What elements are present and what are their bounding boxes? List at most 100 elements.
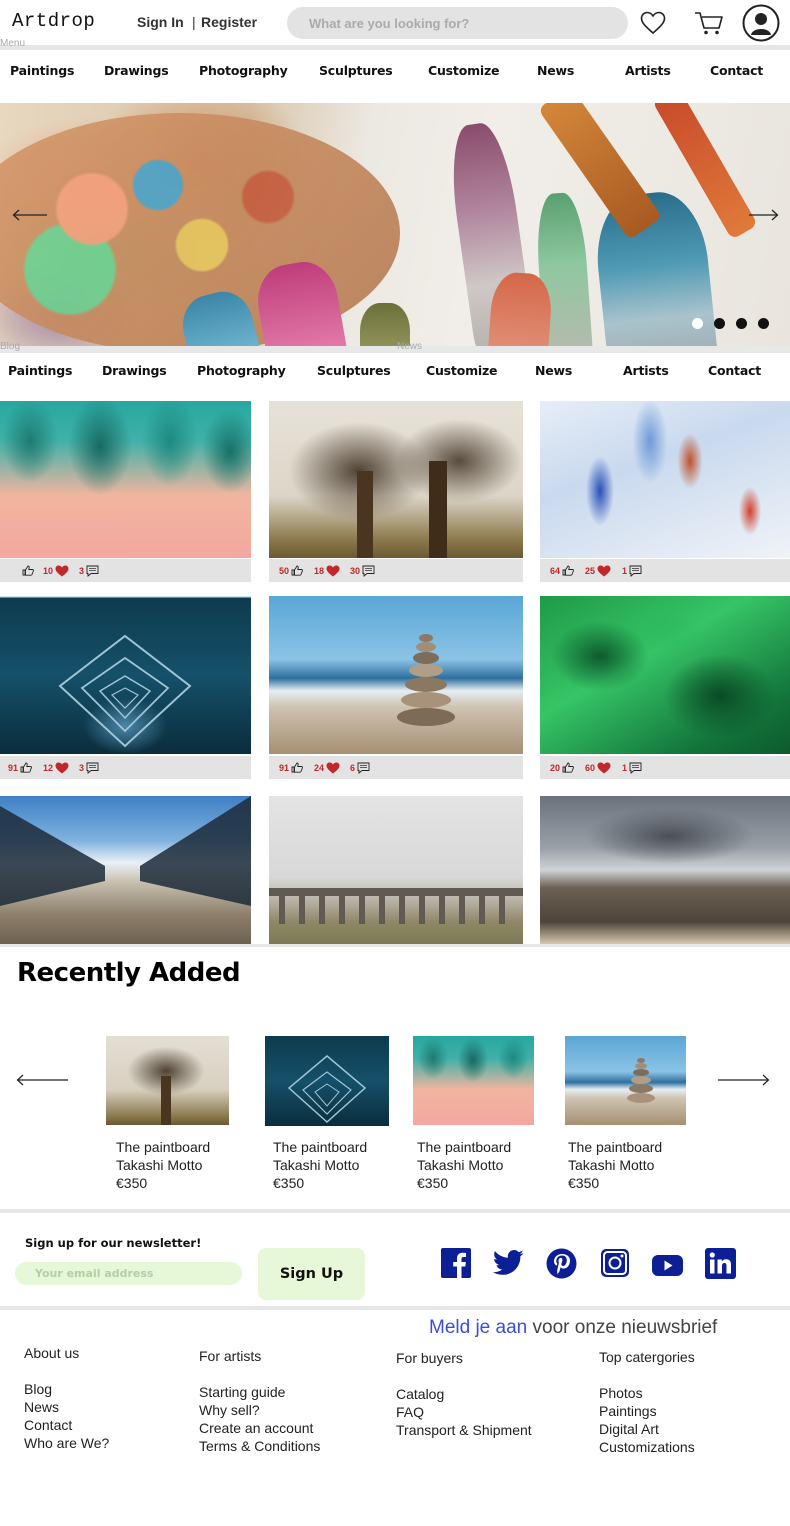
twitter-icon[interactable] — [492, 1250, 524, 1281]
footer-link-paintings[interactable]: Paintings — [599, 1402, 657, 1420]
recent-card-image[interactable] — [265, 1036, 389, 1126]
wishlist-heart-icon[interactable] — [640, 11, 666, 35]
comment-stat[interactable]: 3 — [79, 762, 99, 774]
pinterest-icon[interactable] — [546, 1248, 577, 1284]
shopping-cart-icon[interactable] — [694, 10, 724, 36]
carousel-dot[interactable] — [758, 318, 769, 329]
sign-up-button[interactable]: Sign Up — [258, 1248, 365, 1300]
comment-stat[interactable]: 30 — [350, 565, 375, 577]
subnav-photography[interactable]: Photography — [197, 363, 286, 378]
nav-artists[interactable]: Artists — [625, 63, 671, 78]
carousel-dot-active[interactable] — [692, 318, 703, 329]
footer-about-heading[interactable]: About us — [24, 1345, 79, 1361]
gallery-image-stone-stack[interactable] — [269, 596, 523, 754]
gallery-image-ink-teal[interactable] — [0, 401, 251, 558]
recent-card-title[interactable]: The paintboard — [116, 1138, 210, 1156]
comment-stat[interactable]: 3 — [79, 565, 99, 577]
sign-in-link[interactable]: Sign In — [137, 14, 184, 30]
hero-next-arrow-icon[interactable] — [749, 208, 779, 226]
gallery-image-bridge-tunnel[interactable] — [0, 596, 251, 754]
thumbs-up-icon — [22, 565, 34, 576]
nav-drawings[interactable]: Drawings — [104, 63, 169, 78]
subnav-customize[interactable]: Customize — [426, 363, 498, 378]
gallery-image-viaduct[interactable] — [269, 796, 523, 944]
footer-link-why-sell[interactable]: Why sell? — [199, 1401, 260, 1419]
recent-card-price: €350 — [417, 1175, 449, 1191]
like-stat[interactable]: 50 — [279, 565, 303, 576]
meld-link[interactable]: Meld je aan — [429, 1317, 527, 1338]
register-link[interactable]: Register — [201, 14, 257, 30]
heart-stat[interactable]: 12 — [43, 762, 69, 774]
like-count: 50 — [279, 565, 290, 576]
gallery-image-rocky-coast[interactable] — [540, 796, 790, 944]
account-avatar-icon[interactable] — [742, 4, 780, 42]
recent-card-title[interactable]: The paintboard — [273, 1138, 367, 1156]
instagram-icon[interactable] — [600, 1248, 630, 1283]
like-stat[interactable]: 91 — [8, 762, 32, 773]
recent-card-image[interactable] — [565, 1036, 686, 1125]
search-input[interactable] — [287, 7, 628, 39]
like-stat[interactable]: 20 — [550, 762, 574, 773]
hero-prev-arrow-icon[interactable] — [12, 208, 48, 226]
gallery-image-ink-green[interactable] — [540, 596, 790, 754]
subnav-paintings[interactable]: Paintings — [8, 363, 72, 378]
heart-stat[interactable]: 24 — [314, 762, 340, 774]
gallery-image-trees[interactable] — [269, 401, 523, 558]
recent-prev-arrow-icon[interactable] — [16, 1073, 68, 1091]
heart-stat[interactable]: 18 — [314, 565, 340, 577]
footer-link-create-account[interactable]: Create an account — [199, 1419, 313, 1437]
linkedin-icon[interactable] — [705, 1248, 736, 1284]
nav-customize[interactable]: Customize — [428, 63, 500, 78]
recent-card-title[interactable]: The paintboard — [568, 1138, 662, 1156]
footer-link-starting-guide[interactable]: Starting guide — [199, 1383, 285, 1401]
nav-photography[interactable]: Photography — [199, 63, 288, 78]
like-stat[interactable] — [20, 565, 34, 576]
nav-contact[interactable]: Contact — [710, 63, 763, 78]
recent-card-title[interactable]: The paintboard — [417, 1138, 511, 1156]
carousel-dot[interactable] — [736, 318, 747, 329]
heart-stat[interactable]: 60 — [585, 762, 611, 774]
comment-stat[interactable]: 1 — [622, 762, 642, 774]
recent-card-image[interactable] — [106, 1036, 229, 1125]
like-stat[interactable]: 64 — [550, 565, 574, 576]
footer-link-blog[interactable]: Blog — [24, 1380, 52, 1398]
comment-stat[interactable]: 1 — [622, 565, 642, 577]
footer-link-contact[interactable]: Contact — [24, 1416, 72, 1434]
gallery-image-pier[interactable] — [0, 796, 251, 944]
email-field[interactable] — [15, 1262, 242, 1285]
footer-categories-heading[interactable]: Top catergories — [599, 1349, 695, 1365]
gallery-image-abstract-blue[interactable] — [540, 401, 790, 558]
subnav-contact[interactable]: Contact — [708, 363, 761, 378]
footer-link-catalog[interactable]: Catalog — [396, 1385, 444, 1403]
recent-card-image[interactable] — [413, 1036, 534, 1125]
nav-news[interactable]: News — [537, 63, 574, 78]
footer-link-news[interactable]: News — [24, 1398, 59, 1416]
subnav-sculptures[interactable]: Sculptures — [317, 363, 391, 378]
heart-icon — [326, 762, 340, 774]
nav-paintings[interactable]: Paintings — [10, 63, 74, 78]
heart-stat[interactable]: 10 — [43, 565, 69, 577]
heart-stat[interactable]: 25 — [585, 565, 611, 577]
footer-link-transport[interactable]: Transport & Shipment — [396, 1421, 532, 1439]
footer-link-digital-art[interactable]: Digital Art — [599, 1420, 659, 1438]
gallery-divider — [0, 944, 790, 947]
carousel-dot[interactable] — [714, 318, 725, 329]
footer-link-faq[interactable]: FAQ — [396, 1403, 424, 1421]
youtube-icon[interactable] — [652, 1255, 683, 1281]
comment-stat[interactable]: 6 — [350, 762, 370, 774]
subnav-drawings[interactable]: Drawings — [102, 363, 167, 378]
nav-sculptures[interactable]: Sculptures — [319, 63, 393, 78]
footer-link-terms[interactable]: Terms & Conditions — [199, 1437, 320, 1455]
like-stat[interactable]: 91 — [279, 762, 303, 773]
footer-buyers-heading[interactable]: For buyers — [396, 1350, 463, 1366]
facebook-icon[interactable] — [441, 1248, 471, 1283]
footer-artists-heading[interactable]: For artists — [199, 1348, 261, 1364]
subnav-artists[interactable]: Artists — [623, 363, 669, 378]
subnav-news[interactable]: News — [535, 363, 572, 378]
footer-link-who-are-we[interactable]: Who are We? — [24, 1434, 109, 1452]
site-logo[interactable]: Artdrop — [12, 10, 95, 32]
footer-link-customizations[interactable]: Customizations — [599, 1438, 695, 1456]
recent-next-arrow-icon[interactable] — [718, 1073, 770, 1091]
footer-link-photos[interactable]: Photos — [599, 1384, 643, 1402]
auth-separator: | — [192, 14, 196, 30]
